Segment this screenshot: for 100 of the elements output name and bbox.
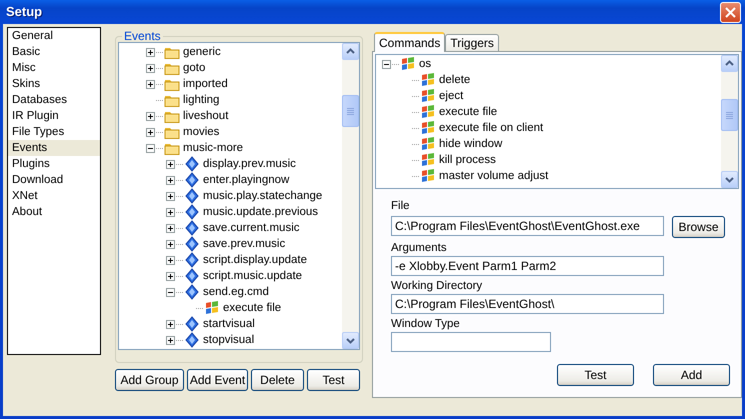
sidebar-item[interactable]: Events	[8, 140, 100, 156]
tree-item[interactable]: music-more	[180, 140, 246, 156]
input-field[interactable]	[391, 332, 551, 352]
tree-item[interactable]: goto	[180, 60, 208, 76]
field-label: Arguments	[391, 241, 448, 256]
scroll-thumb[interactable]	[721, 99, 738, 131]
field-label: Working Directory	[391, 279, 484, 294]
sidebar-item[interactable]: Basic	[8, 44, 100, 60]
collapse-icon[interactable]	[166, 288, 175, 296]
tree-item[interactable]: generic	[180, 44, 224, 60]
diamond-icon	[184, 284, 200, 300]
diamond-icon	[184, 236, 200, 252]
scroll-down-button[interactable]	[342, 332, 359, 349]
diamond-icon	[184, 172, 200, 188]
close-button[interactable]	[720, 2, 741, 22]
tree-item[interactable]: delete	[436, 72, 474, 88]
sidebar-item[interactable]: Skins	[8, 76, 100, 92]
expand-icon[interactable]	[166, 240, 175, 248]
tab[interactable]: Triggers	[445, 34, 499, 51]
flag-icon	[420, 88, 436, 104]
tree-item[interactable]: execute file	[220, 300, 284, 316]
expand-icon[interactable]	[146, 128, 155, 136]
sidebar-item[interactable]: Databases	[8, 92, 100, 108]
tree-item[interactable]: startvisual	[200, 316, 258, 332]
action-button[interactable]: Add Event	[187, 369, 248, 391]
tree-item[interactable]: music.update.previous	[200, 204, 322, 220]
scroll-down-button[interactable]	[721, 171, 738, 188]
diamond-icon	[184, 268, 200, 284]
flag-icon	[420, 152, 436, 168]
sidebar-item[interactable]: File Types	[8, 124, 100, 140]
expand-icon[interactable]	[166, 272, 175, 280]
sidebar-item[interactable]: Download	[8, 172, 100, 188]
tree-item[interactable]: execute file	[436, 104, 500, 120]
expand-icon[interactable]	[166, 160, 175, 168]
tree-item[interactable]: execute file on client	[436, 120, 546, 136]
grip-icon	[347, 108, 354, 114]
tree-item[interactable]: hide window	[436, 136, 506, 152]
tree-item[interactable]: script.music.update	[200, 268, 306, 284]
scroll-up-button[interactable]	[342, 43, 359, 60]
diamond-icon	[184, 252, 200, 268]
action-button[interactable]: Test	[307, 369, 360, 391]
tree-item[interactable]: enter.playingnow	[200, 172, 292, 188]
sidebar-item[interactable]: Misc	[8, 60, 100, 76]
group-title: Events	[123, 30, 162, 42]
sidebar-item[interactable]: Plugins	[8, 156, 100, 172]
tree-item[interactable]: kill process	[436, 152, 499, 168]
tab[interactable]: Commands	[374, 32, 446, 52]
tree-item[interactable]: stopvisual	[200, 332, 258, 348]
diamond-icon	[184, 156, 200, 172]
collapse-icon[interactable]	[382, 60, 391, 68]
tree-item[interactable]: liveshout	[180, 108, 232, 124]
flag-icon	[420, 168, 436, 184]
input-field[interactable]: C:\Program Files\EventGhost\	[391, 294, 664, 314]
action-button[interactable]: Add Group	[115, 369, 184, 391]
flag-icon	[420, 104, 436, 120]
tree-item[interactable]: movies	[180, 124, 222, 140]
tree-item[interactable]: music.play.statechange	[200, 188, 326, 204]
expand-icon[interactable]	[166, 336, 175, 344]
sidebar-item[interactable]: IR Plugin	[8, 108, 100, 124]
tree-item[interactable]: send.eg.cmd	[200, 284, 272, 300]
scroll-up-button[interactable]	[721, 55, 738, 72]
tree-item[interactable]: display.prev.music	[200, 156, 299, 172]
expand-icon[interactable]	[146, 80, 155, 88]
expand-icon[interactable]	[166, 208, 175, 216]
tree-item[interactable]: script.display.update	[200, 252, 310, 268]
input-field[interactable]: -e Xlobby.Event Parm1 Parm2	[391, 256, 664, 276]
browse-button[interactable]: Browse	[672, 216, 725, 238]
flag-icon	[420, 136, 436, 152]
diamond-icon	[184, 188, 200, 204]
tree-item[interactable]: eject	[436, 88, 466, 104]
scroll-thumb[interactable]	[342, 95, 359, 127]
expand-icon[interactable]	[146, 64, 155, 72]
action-button[interactable]: Delete	[251, 369, 304, 391]
sidebar-item[interactable]: General	[8, 28, 100, 44]
expand-icon[interactable]	[166, 320, 175, 328]
expand-icon[interactable]	[166, 192, 175, 200]
flag-icon	[420, 72, 436, 88]
tree-item[interactable]: save.current.music	[200, 220, 303, 236]
window-title: Setup	[6, 4, 42, 20]
sidebar-item[interactable]: About	[8, 204, 100, 220]
diamond-icon	[184, 220, 200, 236]
tree-item[interactable]: imported	[180, 76, 231, 92]
expand-icon[interactable]	[146, 48, 155, 56]
expand-icon[interactable]	[166, 224, 175, 232]
sidebar-item[interactable]: XNet	[8, 188, 100, 204]
expand-icon[interactable]	[166, 176, 175, 184]
tree-item[interactable]: lighting	[180, 92, 222, 108]
collapse-icon[interactable]	[146, 144, 155, 152]
expand-icon[interactable]	[166, 256, 175, 264]
flag-icon	[400, 56, 416, 72]
input-field[interactable]: C:\Program Files\EventGhost\EventGhost.exe	[391, 216, 664, 236]
action-button[interactable]: Test	[557, 364, 634, 386]
tree-item[interactable]: master volume adjust	[436, 168, 552, 184]
diamond-icon	[184, 204, 200, 220]
expand-icon[interactable]	[146, 112, 155, 120]
flag-icon	[420, 120, 436, 136]
tree-item[interactable]: save.prev.music	[200, 236, 288, 252]
tree-item[interactable]: os	[416, 56, 434, 72]
action-button[interactable]: Add	[653, 364, 730, 386]
flag-icon	[204, 300, 220, 316]
